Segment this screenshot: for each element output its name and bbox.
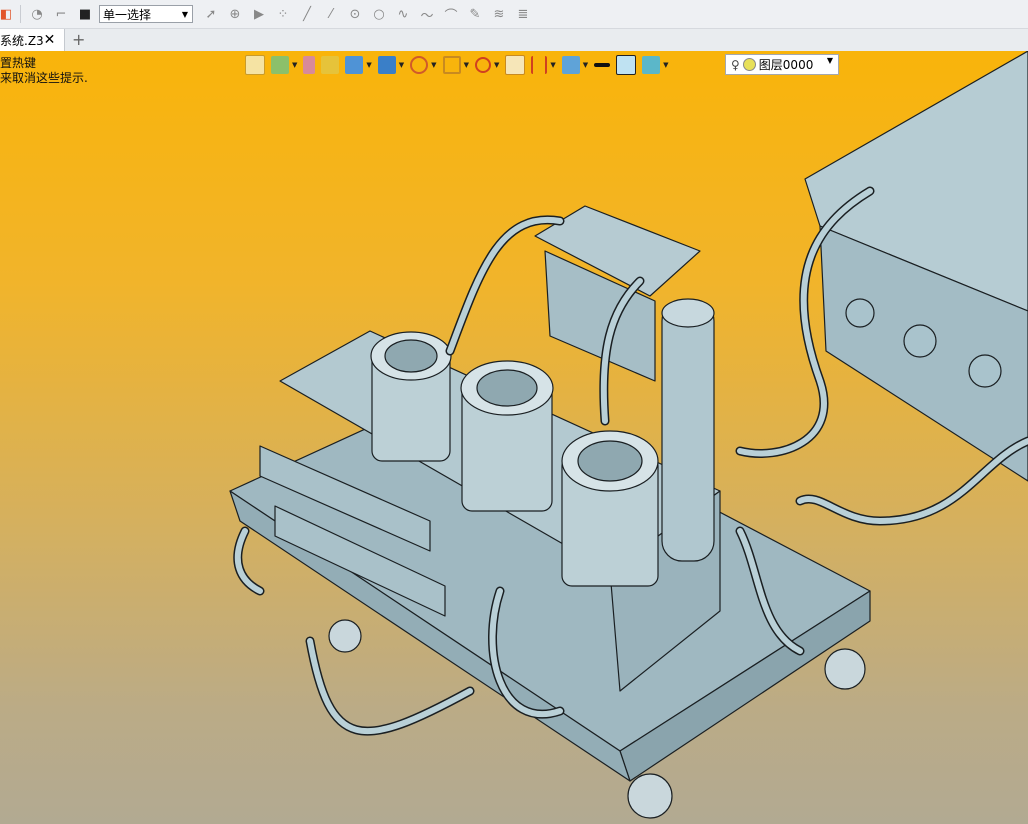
app-logo-icon[interactable]: ◧	[0, 6, 12, 22]
filter-column	[661, 300, 715, 562]
valve-handle	[968, 354, 1002, 388]
view-toolbar: ▼ ▼ ▼ ▼ ▼ ▼ ▼ ▼ ▼	[242, 53, 672, 77]
motor	[460, 360, 554, 512]
layers-icon[interactable]: ≣	[515, 6, 531, 22]
chevron-down-icon[interactable]: ▼	[464, 61, 469, 69]
dots-icon[interactable]: ⁘	[275, 6, 291, 22]
tab-label: 系统.Z3	[0, 33, 44, 48]
chevron-down-icon[interactable]: ▼	[583, 61, 588, 69]
caster-wheel	[627, 773, 673, 819]
valve-handle	[845, 298, 875, 328]
3d-viewport[interactable]: 置热键 来取消这些提示. ▼ ▼ ▼ ▼ ▼ ▼ ▼ ▼ ▼ ♀ 图层0000 …	[0, 51, 1028, 824]
line-icon[interactable]: ╱	[299, 6, 315, 22]
valve-handle	[903, 324, 937, 358]
line-style-icon[interactable]	[594, 63, 611, 67]
chevron-down-icon[interactable]: ▼	[292, 61, 297, 69]
wave-icon[interactable]: ～	[419, 6, 435, 24]
section-icon[interactable]	[410, 56, 429, 74]
layer-name: 图层0000	[758, 58, 814, 72]
paint-icon[interactable]	[271, 56, 289, 74]
layer-dropdown[interactable]: ♀ 图层0000 ▼	[725, 54, 839, 75]
play-icon[interactable]: ▶	[251, 6, 267, 22]
color-dot-icon[interactable]	[742, 58, 756, 71]
display-mode-icon[interactable]	[377, 56, 396, 74]
chevron-down-icon[interactable]: ▼	[431, 61, 436, 69]
filter-icon[interactable]: ⌐	[53, 6, 69, 22]
document-tab-bar: 系统.Z3 ✕ +	[0, 29, 1028, 52]
chevron-down-icon: ▼	[826, 56, 833, 65]
motor	[370, 331, 452, 462]
dimension-icon[interactable]	[531, 56, 548, 74]
add-tab-button[interactable]: +	[72, 30, 85, 49]
background-icon[interactable]	[561, 56, 580, 74]
circle-icon[interactable]: ○	[371, 6, 387, 22]
arc-icon[interactable]: ⌒	[443, 6, 459, 24]
color-swatch-icon[interactable]	[616, 55, 637, 75]
lightbulb-icon[interactable]: ♀	[731, 58, 740, 72]
pick-point-icon[interactable]: ⊕	[227, 6, 243, 22]
exit-view-icon[interactable]	[245, 55, 265, 75]
pen-icon[interactable]: ✎	[467, 6, 483, 22]
close-icon[interactable]: ✕	[44, 32, 56, 48]
slash-icon[interactable]: ⁄	[323, 6, 339, 22]
toolbar-divider	[20, 5, 21, 23]
brush-icon[interactable]	[303, 56, 316, 74]
chevron-down-icon[interactable]: ▼	[663, 61, 668, 69]
view-frame-icon[interactable]	[442, 56, 461, 74]
solid-cube-icon[interactable]	[345, 56, 364, 74]
caster-wheel	[824, 648, 866, 690]
layer-manager-icon[interactable]	[642, 56, 661, 74]
motor	[561, 430, 659, 587]
caster-wheel	[328, 619, 362, 653]
stop-icon[interactable]: ■	[77, 6, 93, 22]
layer-stack-icon[interactable]: ≋	[491, 6, 507, 22]
chevron-down-icon: ▼	[181, 10, 188, 19]
shaded-cube-icon[interactable]	[321, 56, 340, 74]
circle-center-icon[interactable]: ⊙	[347, 6, 363, 22]
cad-model[interactable]	[0, 51, 1028, 824]
chevron-down-icon[interactable]: ▼	[399, 61, 404, 69]
fit-view-icon[interactable]	[505, 55, 526, 75]
crosshair-icon[interactable]	[474, 57, 491, 73]
spline-icon[interactable]: ∿	[395, 6, 411, 22]
selection-mode-dropdown[interactable]: 单一选择 ▼	[99, 5, 193, 23]
main-toolbar: ◧ ◔ ⌐ ■ 单一选择 ▼ ➚ ⊕ ▶ ⁘ ╱ ⁄ ⊙ ○ ∿ ～ ⌒ ✎ ≋…	[0, 0, 1028, 29]
timer-icon[interactable]: ◔	[29, 6, 45, 22]
chevron-down-icon[interactable]: ▼	[494, 61, 499, 69]
chevron-down-icon[interactable]: ▼	[550, 61, 555, 69]
chevron-down-icon[interactable]: ▼	[366, 61, 371, 69]
pick-arrow-icon[interactable]: ➚	[203, 6, 219, 22]
selection-mode-value: 单一选择	[103, 8, 152, 22]
tab-document[interactable]: 系统.Z3 ✕	[0, 29, 65, 51]
